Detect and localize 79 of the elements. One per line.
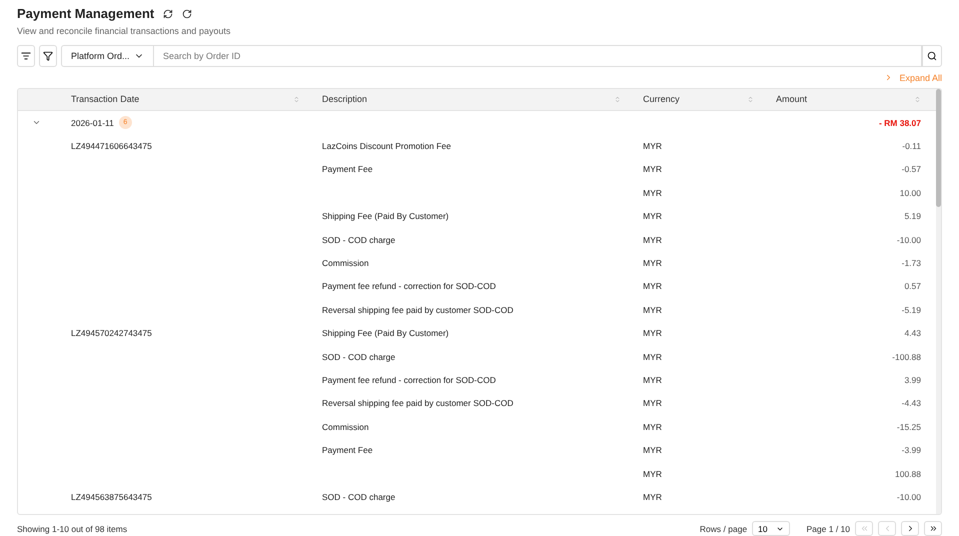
filter-icon (43, 51, 53, 61)
description-cell-text: SOD - COD charge (321, 492, 396, 502)
description-cell-text: Shipping Fee (Paid By Customer) (321, 328, 450, 338)
amount-cell-text: -15.25 (896, 422, 922, 432)
sort-icon (293, 96, 300, 103)
amount-cell-text: 100.88 (894, 468, 922, 478)
description-cell-text: Payment Fee (321, 445, 374, 456)
amount-cell-text: -10.00 (896, 234, 922, 245)
sort-icon (747, 96, 754, 103)
currency-cell-text: MYR (642, 211, 663, 222)
description-cell-text: Shipping Fee (Paid By Customer) (321, 211, 450, 222)
currency-cell-text: MYR (642, 281, 663, 292)
currency-cell-text: MYR (642, 468, 663, 478)
column-header[interactable]: Transaction Date (55, 94, 306, 104)
search-icon (927, 51, 937, 61)
search-button[interactable] (922, 45, 942, 67)
amount-cell-text: -10.00 (896, 492, 922, 502)
description-cell-text: Commission (321, 422, 370, 432)
items-summary: Showing 1-10 out of 98 items (17, 524, 128, 534)
amount-cell-text: -0.57 (900, 164, 922, 174)
amount-cell-text: -4.43 (900, 398, 922, 408)
page-indicator: Page 1 / 10 (806, 524, 850, 534)
currency-cell-text: MYR (642, 352, 663, 362)
currency-cell-text: MYR (642, 492, 663, 502)
currency-cell-text: MYR (642, 422, 663, 432)
description-cell-text: Reversal shipping fee paid by customer SOD-COD (321, 398, 514, 408)
description-cell-text: SOD - COD charge (321, 234, 396, 245)
description-cell-text: Payment fee refund - correction for SOD-COD (321, 374, 497, 385)
refresh-icon[interactable] (182, 8, 192, 18)
order-id-cell-text: LZ494563875643475 (70, 492, 153, 502)
amount-cell-text: -1.73 (900, 258, 922, 268)
description-cell-text: SOD - COD charge (321, 352, 396, 362)
sort-icon (614, 96, 621, 103)
double-chevron-left-icon (860, 524, 868, 533)
description-cell-text: Commission (321, 258, 370, 268)
column-header[interactable]: Currency (627, 94, 760, 104)
amount-cell-text: 10.00 (898, 188, 922, 198)
filter-button[interactable] (39, 45, 57, 67)
amount-cell-text: 4.43 (903, 328, 922, 338)
currency-cell-text: MYR (642, 398, 663, 408)
currency-cell-text: MYR (642, 445, 663, 456)
sort-icon (21, 51, 31, 61)
currency-cell-text: MYR (642, 374, 663, 385)
page-title: Payment Management (17, 6, 154, 21)
double-chevron-right-icon (928, 524, 938, 533)
sort-icon (914, 96, 921, 103)
scrollbar-thumb[interactable] (936, 88, 941, 207)
amount-cell-text: 3.99 (903, 374, 922, 385)
group-date: 2026-01-11 (71, 118, 114, 128)
currency-cell-text: MYR (642, 328, 663, 338)
currency-cell-text: MYR (642, 234, 663, 245)
column-header[interactable]: Amount (760, 94, 927, 104)
currency-cell-text: MYR (642, 188, 663, 198)
currency-cell-text: MYR (642, 304, 663, 315)
currency-cell-text: MYR (642, 164, 663, 174)
column-header[interactable]: Description (306, 94, 627, 104)
rows-per-page-select[interactable]: 10 (752, 521, 790, 536)
currency-cell-text: MYR (642, 258, 663, 268)
amount-cell-text: -3.99 (900, 445, 922, 456)
sort-button[interactable] (17, 45, 35, 67)
amount-cell-text: 0.57 (903, 281, 922, 292)
sync-icon[interactable] (163, 8, 174, 18)
amount-cell-text: 5.19 (903, 211, 922, 222)
last-page-button[interactable] (924, 521, 942, 536)
search-field[interactable]: Search by Order ID (154, 45, 922, 67)
description-cell-text: Payment Fee (321, 164, 374, 174)
description-cell-text: Payment fee refund - correction for SOD-COD (321, 281, 497, 292)
search-type-dropdown[interactable]: Platform Ord... (61, 45, 154, 67)
description-cell-text: LazCoins Discount Promotion Fee (321, 141, 452, 152)
order-id-cell-text: LZ494471606643475 (70, 141, 153, 152)
order-id-cell-text: LZ494570242743475 (70, 328, 153, 338)
currency-cell-text: MYR (642, 141, 663, 152)
amount-cell-text: -5.19 (900, 304, 922, 315)
amount-cell-text: -0.11 (901, 141, 922, 152)
description-cell-text: Reversal shipping fee paid by customer SOD-COD (321, 304, 514, 315)
page-subtitle: View and reconcile financial transactions and payouts (17, 26, 232, 36)
amount-cell-text: -100.88 (891, 352, 922, 362)
group-total: - RM 38.07 (878, 118, 922, 128)
rows-per-page-label: Rows / page (700, 524, 748, 534)
